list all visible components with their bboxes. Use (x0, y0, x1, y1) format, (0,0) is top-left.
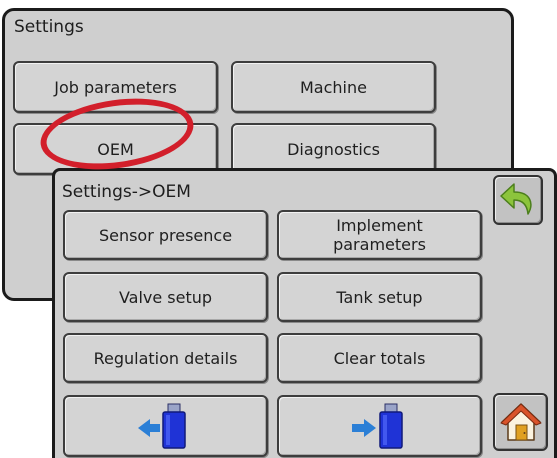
implement-parameters-button[interactable]: Implement parameters (277, 210, 482, 260)
usb-import-icon (137, 403, 186, 449)
regulation-details-label: Regulation details (93, 348, 238, 368)
settings-title: Settings (14, 17, 84, 37)
job-parameters-label: Job parameters (54, 77, 177, 97)
home-icon (500, 403, 541, 441)
sensor-presence-button[interactable]: Sensor presence (63, 210, 268, 260)
implement-parameters-label-line1: Implement (336, 216, 423, 235)
regulation-details-button[interactable]: Regulation details (63, 333, 268, 383)
home-button[interactable] (493, 393, 548, 451)
sensor-presence-label: Sensor presence (98, 225, 233, 245)
valve-setup-label: Valve setup (118, 287, 213, 307)
valve-setup-button[interactable]: Valve setup (63, 272, 268, 322)
back-arrow-icon (500, 183, 532, 215)
oem-settings-panel: Settings->OEM Sensor presence Implement … (52, 168, 557, 458)
diagnostics-label: Diagnostics (287, 139, 380, 159)
usb-import-button[interactable] (63, 395, 268, 457)
implement-parameters-label-line2: parameters (333, 235, 426, 254)
machine-button[interactable]: Machine (231, 61, 436, 113)
back-button[interactable] (493, 175, 543, 225)
oem-settings-title: Settings->OEM (62, 182, 191, 202)
machine-label: Machine (300, 77, 367, 97)
clear-totals-button[interactable]: Clear totals (277, 333, 482, 383)
tank-setup-label: Tank setup (336, 287, 423, 307)
tank-setup-button[interactable]: Tank setup (277, 272, 482, 322)
usb-export-icon (351, 403, 403, 449)
usb-export-button[interactable] (277, 395, 482, 457)
clear-totals-label: Clear totals (333, 348, 426, 368)
